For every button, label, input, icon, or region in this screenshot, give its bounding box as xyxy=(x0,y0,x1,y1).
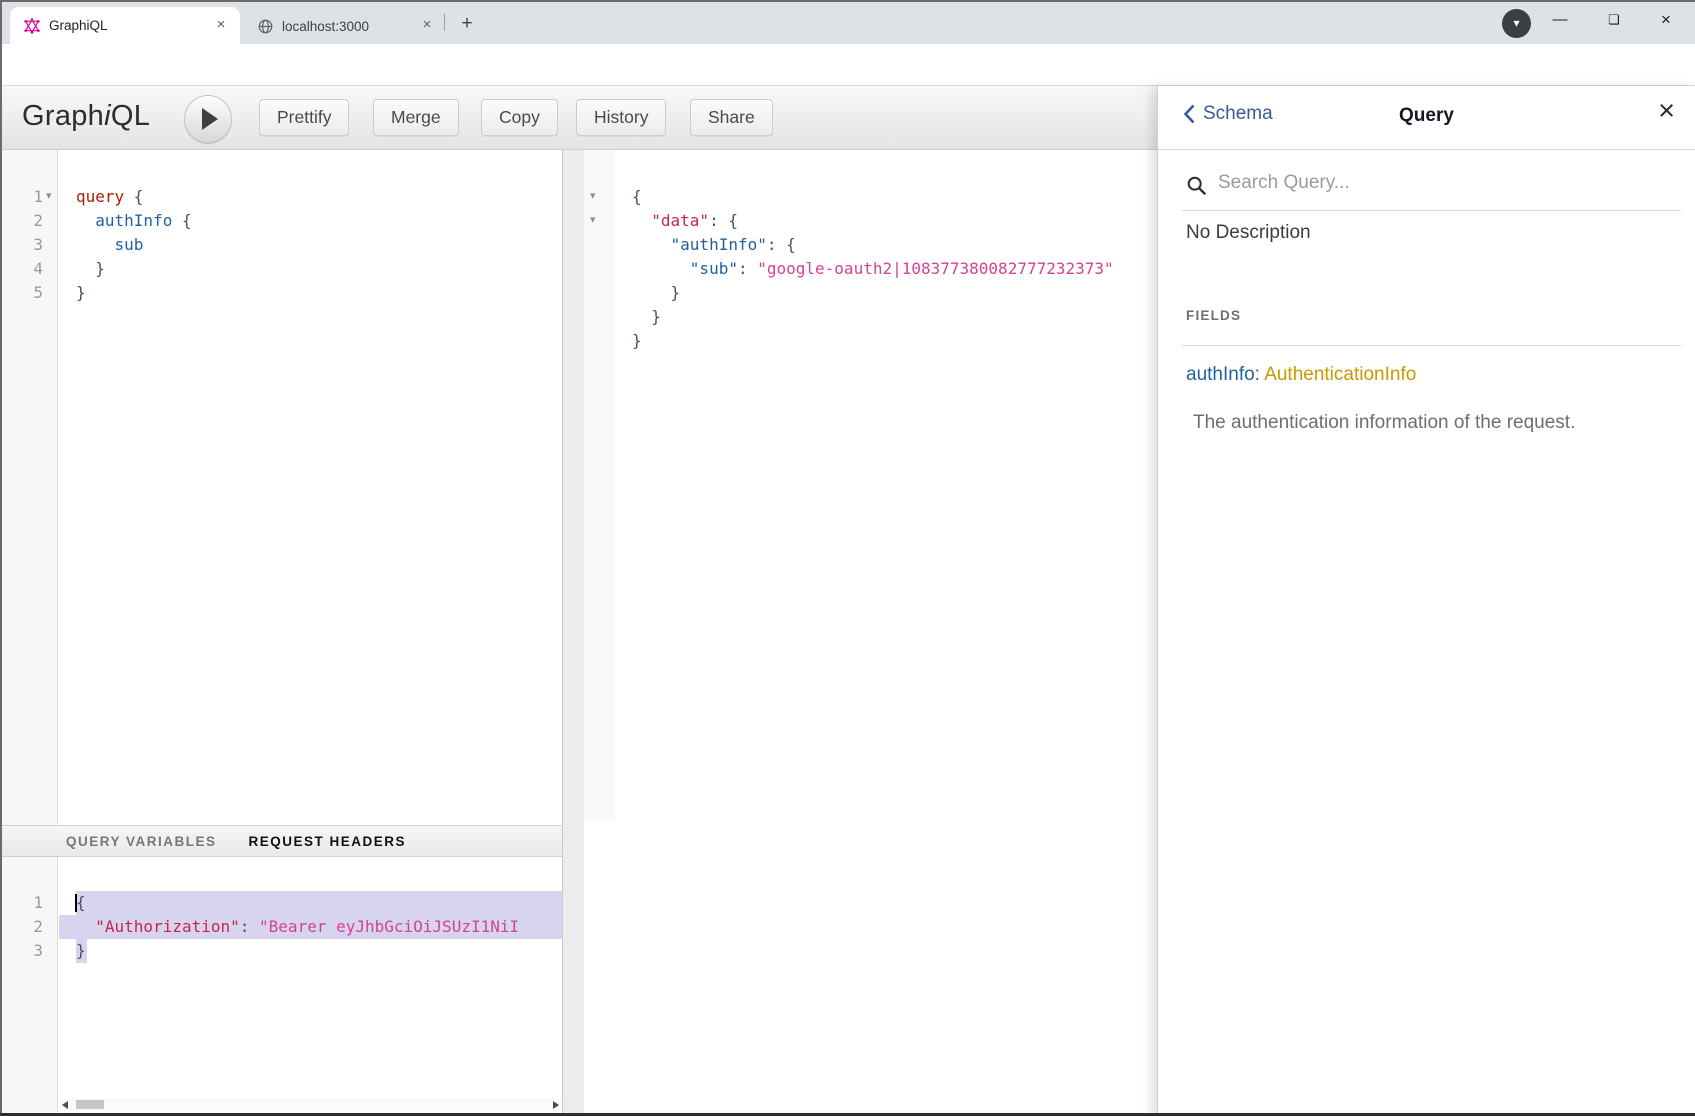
line-number: 1 xyxy=(0,891,43,915)
field-row-authinfo: authInfo: AuthenticationInfo xyxy=(1186,364,1416,386)
code-line[interactable]: "authInfo": { xyxy=(615,233,1157,257)
headers-editor[interactable]: { "Authorization": "Bearer eyJhbGciOiJSU… xyxy=(59,857,562,1097)
tab-title: GraphiQL xyxy=(49,18,212,33)
scroll-right-arrow[interactable] xyxy=(553,1101,559,1109)
horizontal-scrollbar[interactable] xyxy=(59,1098,562,1111)
fold-arrow-icon[interactable]: ▾ xyxy=(590,191,596,202)
no-description-text: No Description xyxy=(1186,222,1311,244)
line-number: 5 xyxy=(0,281,43,305)
doc-explorer-panel: Schema Query × No Description FIELDS aut… xyxy=(1157,86,1695,1116)
tab-close-icon[interactable]: × xyxy=(212,17,230,35)
window-frame-left xyxy=(0,0,2,1116)
search-icon xyxy=(1186,175,1208,197)
tab-query-variables[interactable]: QUERY VARIABLES xyxy=(66,834,217,849)
graphql-logo-icon xyxy=(24,18,40,34)
scroll-left-arrow[interactable] xyxy=(62,1101,68,1109)
code-line[interactable]: } xyxy=(615,329,1157,353)
tab-close-icon[interactable]: × xyxy=(418,17,436,35)
line-number: 1 xyxy=(0,185,43,209)
line-number: 2 xyxy=(0,915,43,939)
code-line[interactable]: } xyxy=(59,281,562,305)
code-line[interactable]: } xyxy=(615,305,1157,329)
tab-title: localhost:3000 xyxy=(282,19,418,34)
field-description: The authentication information of the re… xyxy=(1193,412,1575,434)
code-line[interactable]: authInfo { xyxy=(59,209,562,233)
field-type-link[interactable]: AuthenticationInfo xyxy=(1264,364,1416,385)
tab-localhost[interactable]: localhost:3000 × xyxy=(246,12,442,40)
copy-button[interactable]: Copy xyxy=(481,99,558,136)
code-line[interactable]: sub xyxy=(59,233,562,257)
window-close-button[interactable]: × xyxy=(1644,4,1688,38)
fold-arrow-icon[interactable]: ▾ xyxy=(46,191,52,202)
browser-toolbar: ← → localhost:3000 P + xyxy=(0,44,1695,86)
query-editor-gutter: 12345 ▾ xyxy=(0,150,58,825)
result-viewer[interactable]: { "data": { "authInfo": { "sub": "google… xyxy=(615,150,1157,820)
doc-search-input[interactable] xyxy=(1216,171,1660,195)
prettify-button[interactable]: Prettify xyxy=(259,99,349,136)
field-name-link[interactable]: authInfo xyxy=(1186,364,1255,385)
fields-divider xyxy=(1182,345,1681,346)
code-line[interactable]: query { xyxy=(59,185,562,209)
doc-explorer-header: Schema Query × xyxy=(1158,86,1695,150)
play-icon xyxy=(202,108,218,130)
tab-request-headers[interactable]: REQUEST HEADERS xyxy=(249,834,407,849)
code-line[interactable]: "Authorization": "Bearer eyJhbGciOiJSUzI… xyxy=(59,915,562,939)
tab-strip: GraphiQL × localhost:3000 × + ▾ — ❏ × xyxy=(0,0,1695,44)
code-line[interactable]: { xyxy=(59,891,562,915)
browser-window: GraphiQL × localhost:3000 × + ▾ — ❏ × ← … xyxy=(0,0,1695,1116)
share-button[interactable]: Share xyxy=(690,99,773,136)
scrollbar-thumb[interactable] xyxy=(76,1100,104,1109)
merge-button[interactable]: Merge xyxy=(373,99,459,136)
result-fold-gutter: ▾ ▾ xyxy=(584,150,615,820)
fold-arrow-icon[interactable]: ▾ xyxy=(590,215,596,226)
code-line[interactable]: "data": { xyxy=(615,209,1157,233)
doc-search[interactable] xyxy=(1158,166,1695,210)
search-underline xyxy=(1182,210,1681,211)
code-line[interactable]: } xyxy=(615,281,1157,305)
doc-title: Query xyxy=(1158,105,1695,127)
fields-section-header: FIELDS xyxy=(1186,308,1241,323)
line-number: 3 xyxy=(0,939,43,963)
window-frame-top xyxy=(0,0,1695,2)
text-cursor xyxy=(75,894,77,912)
line-number: 4 xyxy=(0,257,43,281)
query-editor[interactable]: query { authInfo { sub }} xyxy=(59,150,562,825)
secondary-editor-tabbar: QUERY VARIABLES REQUEST HEADERS xyxy=(0,825,562,857)
code-line[interactable]: "sub": "google-oauth2|108377380082777232… xyxy=(615,257,1157,281)
code-line[interactable]: { xyxy=(615,185,1157,209)
window-minimize-button[interactable]: — xyxy=(1538,4,1582,38)
graphiql-logo: GraphiQL xyxy=(22,100,150,133)
globe-icon xyxy=(258,19,273,34)
tab-graphiql[interactable]: GraphiQL × xyxy=(10,7,240,44)
pane-divider[interactable] xyxy=(562,150,584,1116)
tab-separator xyxy=(444,14,445,31)
window-maximize-button[interactable]: ❏ xyxy=(1592,4,1636,38)
line-number: 3 xyxy=(0,233,43,257)
media-controls-button[interactable]: ▾ xyxy=(1502,9,1531,38)
line-number: 2 xyxy=(0,209,43,233)
history-button[interactable]: History xyxy=(576,99,666,136)
headers-editor-gutter: 123 xyxy=(0,857,58,1116)
execute-query-button[interactable] xyxy=(184,95,232,143)
new-tab-button[interactable]: + xyxy=(454,11,480,37)
code-line[interactable]: } xyxy=(59,939,562,963)
code-line[interactable]: } xyxy=(59,257,562,281)
doc-close-icon[interactable]: × xyxy=(1658,95,1675,128)
text-selection xyxy=(76,891,562,915)
